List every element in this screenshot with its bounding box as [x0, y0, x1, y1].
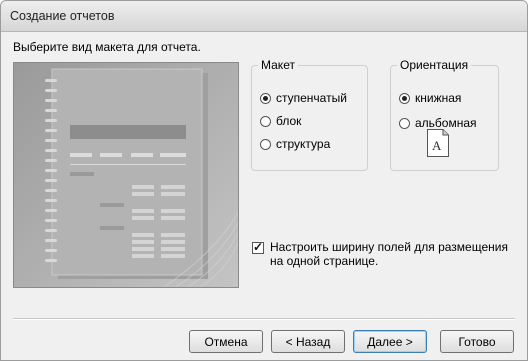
page-icon-letter: A — [432, 138, 442, 153]
group-level-1 — [70, 172, 94, 176]
radio-block[interactable] — [260, 115, 271, 127]
layout-preview-image — [13, 62, 239, 288]
layout-option-block[interactable]: блок — [260, 112, 301, 130]
radio-outline[interactable] — [260, 138, 271, 150]
orientation-option-label: альбомная — [415, 116, 477, 130]
layout-group-legend: Макет — [261, 58, 295, 72]
fit-width-checkbox[interactable] — [252, 240, 264, 254]
finish-button[interactable]: Готово — [440, 330, 514, 353]
report-title-bar — [70, 125, 186, 139]
orientation-option-portrait[interactable]: книжная — [399, 89, 461, 107]
cancel-button[interactable]: Отмена — [189, 330, 263, 353]
back-button[interactable]: < Назад — [271, 330, 345, 353]
layout-option-label: ступенчатый — [276, 91, 347, 105]
layout-option-label: блок — [276, 114, 302, 128]
radio-landscape[interactable] — [399, 117, 410, 129]
report-wizard-window: Создание отчетов Выберите вид макета для… — [0, 0, 528, 361]
button-separator — [13, 318, 515, 320]
window-title: Создание отчетов — [10, 9, 115, 23]
orientation-option-label: книжная — [415, 91, 462, 105]
portrait-page-icon: A — [427, 129, 449, 157]
layout-option-outline[interactable]: структура — [260, 135, 330, 153]
dialog-body: Выберите вид макета для отчета. Макет ст… — [1, 32, 527, 360]
fit-width-option[interactable]: Настроить ширину полей для размещения на… — [252, 240, 514, 268]
orientation-group-legend: Ориентация — [400, 58, 469, 72]
radio-portrait[interactable] — [399, 92, 410, 104]
layout-group: Макет ступенчатый блок структура — [251, 58, 368, 171]
instruction-text: Выберите вид макета для отчета. — [13, 40, 201, 54]
report-preview-illustration — [14, 63, 238, 287]
layout-option-stepped[interactable]: ступенчатый — [260, 89, 347, 107]
radio-stepped[interactable] — [260, 92, 271, 104]
layout-option-label: структура — [276, 137, 331, 151]
fit-width-label: Настроить ширину полей для размещения на… — [270, 240, 508, 268]
next-button[interactable]: Далее > — [353, 330, 427, 353]
title-bar: Создание отчетов — [1, 1, 527, 32]
